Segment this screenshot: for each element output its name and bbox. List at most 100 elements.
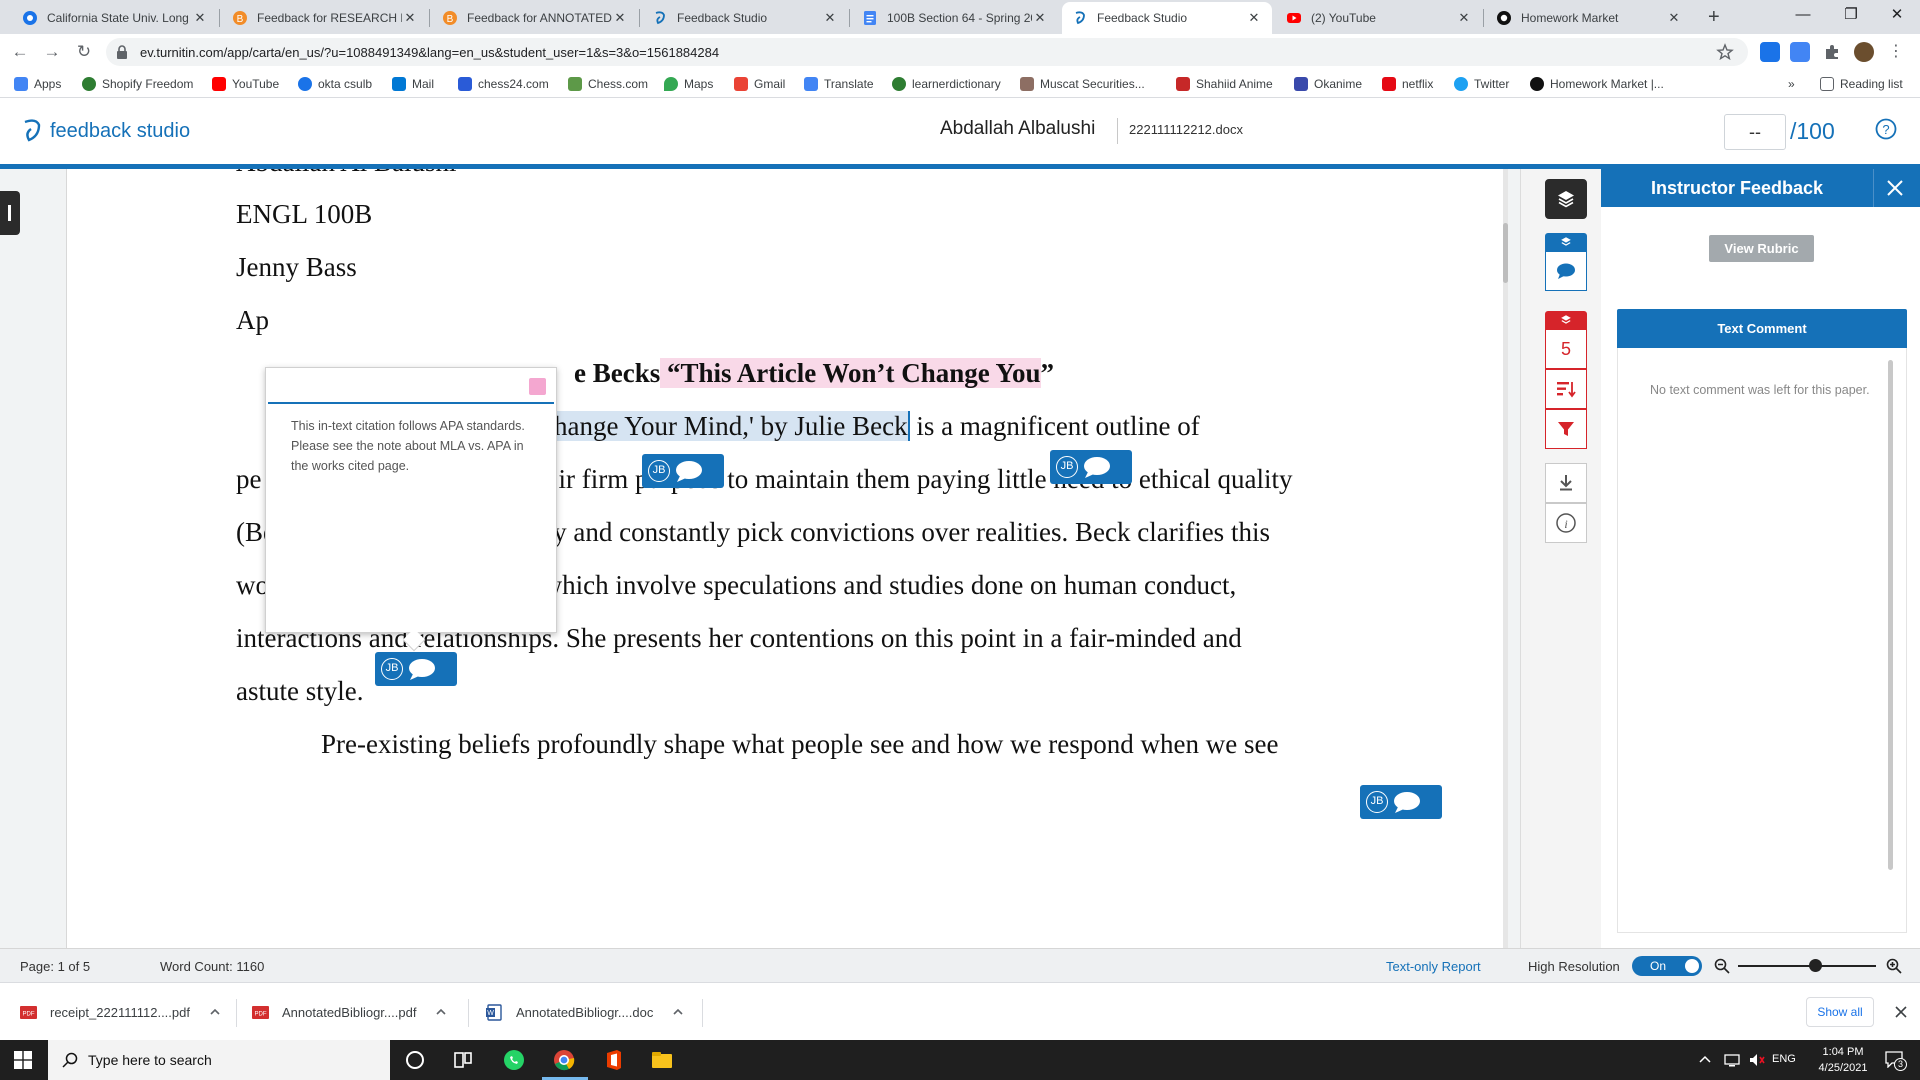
zoom-slider-handle[interactable]: [1808, 959, 1822, 972]
translate-extension-icon[interactable]: [1790, 42, 1810, 62]
bookmark-netflix[interactable]: netflix: [1382, 75, 1433, 93]
bookmark-apps[interactable]: Apps: [14, 75, 61, 93]
chrome-menu-icon[interactable]: ⋮: [1886, 42, 1906, 62]
browser-tab[interactable]: California State Univ. Long B ✕: [12, 2, 218, 34]
close-tab-icon[interactable]: ✕: [1456, 10, 1472, 26]
close-tab-icon[interactable]: ✕: [402, 10, 418, 26]
file-explorer-icon[interactable]: [650, 1048, 674, 1072]
layers-button[interactable]: [1545, 179, 1587, 219]
bookmark-chess24[interactable]: chess24.com: [458, 75, 549, 93]
download-button[interactable]: [1545, 463, 1587, 503]
browser-tab[interactable]: B Feedback for ANNOTATED B ✕: [432, 2, 638, 34]
comment-bubble[interactable]: JB: [1050, 450, 1132, 484]
highlight-color-swatch[interactable]: [529, 378, 546, 395]
submission-info-button[interactable]: i: [1545, 503, 1587, 543]
tray-chevron-up-icon[interactable]: [1698, 1053, 1712, 1067]
show-all-downloads-button[interactable]: Show all: [1806, 997, 1874, 1027]
profile-avatar[interactable]: [1854, 42, 1874, 62]
browser-tab[interactable]: B Feedback for RESEARCH ES ✕: [222, 2, 428, 34]
address-bar[interactable]: ev.turnitin.com/app/carta/en_us/?u=10884…: [106, 38, 1748, 66]
chevron-up-icon[interactable]: [673, 1007, 683, 1017]
minimize-icon[interactable]: —: [1780, 0, 1826, 32]
close-tab-icon[interactable]: ✕: [1246, 10, 1262, 26]
panel-scrollbar[interactable]: [1888, 360, 1893, 870]
close-tab-icon[interactable]: ✕: [1666, 10, 1682, 26]
cortana-icon[interactable]: [403, 1048, 427, 1072]
forward-icon[interactable]: →: [40, 40, 64, 64]
bookmark-learnerdictionary[interactable]: learnerdictionary: [892, 75, 1001, 93]
task-view-icon[interactable]: [451, 1048, 475, 1072]
bookmark-youtube[interactable]: YouTube: [212, 75, 279, 93]
bookmark-shopify[interactable]: Shopify Freedom: [82, 75, 193, 93]
bookmark-translate[interactable]: Translate: [804, 75, 874, 93]
close-window-icon[interactable]: ✕: [1874, 0, 1920, 32]
download-item[interactable]: W AnnotatedBibliogr....doc: [486, 998, 683, 1026]
comment-bubble[interactable]: JB: [642, 454, 724, 488]
restore-icon[interactable]: ❐: [1828, 0, 1874, 32]
zoom-out-icon[interactable]: [1714, 958, 1730, 974]
network-icon[interactable]: [1724, 1052, 1740, 1068]
bookmark-shahiid[interactable]: Shahiid Anime: [1176, 75, 1273, 93]
reading-list[interactable]: Reading list: [1820, 75, 1903, 93]
view-rubric-button[interactable]: View Rubric: [1709, 235, 1814, 262]
back-icon[interactable]: ←: [8, 40, 32, 64]
extensions-puzzle-icon[interactable]: [1822, 42, 1842, 62]
bookmark-chesscom[interactable]: Chess.com: [568, 75, 648, 93]
browser-tab[interactable]: Homework Market ✕: [1486, 2, 1692, 34]
reload-icon[interactable]: ↻: [72, 40, 96, 64]
close-tab-icon[interactable]: ✕: [822, 10, 838, 26]
document-scrollbar[interactable]: [1503, 169, 1508, 949]
bookmark-mail[interactable]: Mail: [392, 75, 434, 93]
close-panel-icon[interactable]: [1886, 179, 1904, 197]
feedback-studio-logo[interactable]: feedback studio: [20, 118, 190, 144]
close-shelf-icon[interactable]: [1894, 1005, 1908, 1019]
bookmark-muscat[interactable]: Muscat Securities...: [1020, 75, 1145, 93]
clock[interactable]: 1:04 PM 4/25/2021: [1808, 1044, 1878, 1076]
notification-center-icon[interactable]: 3: [1884, 1050, 1907, 1071]
bookmark-twitter[interactable]: Twitter: [1454, 75, 1509, 93]
browser-tab[interactable]: Feedback Studio ✕: [642, 2, 848, 34]
bookmark-okanime[interactable]: Okanime: [1294, 75, 1362, 93]
bookmark-gmail[interactable]: Gmail: [734, 75, 785, 93]
taskbar-search-box[interactable]: Type here to search: [48, 1040, 390, 1080]
bookmark-maps[interactable]: Maps: [664, 75, 713, 93]
selected-text-highlight[interactable]: hange Your Mind,' by Julie Beck: [554, 411, 908, 441]
title-highlight[interactable]: You: [995, 358, 1041, 388]
chrome-icon[interactable]: [552, 1048, 576, 1072]
filter-button[interactable]: [1545, 409, 1587, 449]
bookmark-homework-market[interactable]: Homework Market |...: [1530, 75, 1664, 93]
bookmarks-overflow-icon[interactable]: »: [1788, 75, 1795, 93]
sort-button[interactable]: [1545, 369, 1587, 409]
close-tab-icon[interactable]: ✕: [192, 10, 208, 26]
chevron-up-icon[interactable]: [436, 1007, 447, 1017]
zoom-in-icon[interactable]: [1886, 958, 1902, 974]
browser-tab[interactable]: (2) YouTube ✕: [1276, 2, 1482, 34]
comment-bubble[interactable]: JB: [375, 652, 457, 686]
high-resolution-toggle[interactable]: On: [1632, 956, 1702, 976]
download-item[interactable]: PDF receipt_222111112....pdf: [20, 998, 220, 1026]
office-icon[interactable]: [602, 1048, 626, 1072]
download-item[interactable]: PDF AnnotatedBibliogr....pdf: [252, 998, 447, 1026]
bookmark-okta[interactable]: okta csulb: [298, 75, 372, 93]
comments-button[interactable]: [1545, 251, 1587, 291]
side-panel-handle[interactable]: [0, 191, 20, 235]
title-fragment[interactable]: “This Article Won’t Change: [660, 358, 996, 388]
bookmark-star-icon[interactable]: [1716, 43, 1734, 61]
scrollbar-thumb[interactable]: [1503, 223, 1508, 283]
language-indicator[interactable]: ENG: [1772, 1053, 1796, 1065]
zoom-slider[interactable]: [1738, 965, 1876, 967]
extension-icon[interactable]: [1760, 42, 1780, 62]
browser-tab-active[interactable]: Feedback Studio ✕: [1062, 2, 1272, 34]
whatsapp-icon[interactable]: [502, 1048, 526, 1072]
close-tab-icon[interactable]: ✕: [612, 10, 628, 26]
new-tab-icon[interactable]: +: [1708, 6, 1720, 29]
browser-tab[interactable]: 100B Section 64 - Spring 20 ✕: [852, 2, 1058, 34]
comment-bubble[interactable]: JB: [1360, 785, 1442, 819]
help-icon[interactable]: ?: [1875, 118, 1897, 140]
text-only-report-link[interactable]: Text-only Report: [1386, 959, 1481, 974]
flags-count-button[interactable]: 5: [1545, 329, 1587, 369]
windows-start-icon[interactable]: [14, 1051, 32, 1069]
volume-muted-icon[interactable]: [1748, 1052, 1766, 1068]
grade-input[interactable]: --: [1724, 114, 1786, 150]
chevron-up-icon[interactable]: [210, 1007, 220, 1017]
